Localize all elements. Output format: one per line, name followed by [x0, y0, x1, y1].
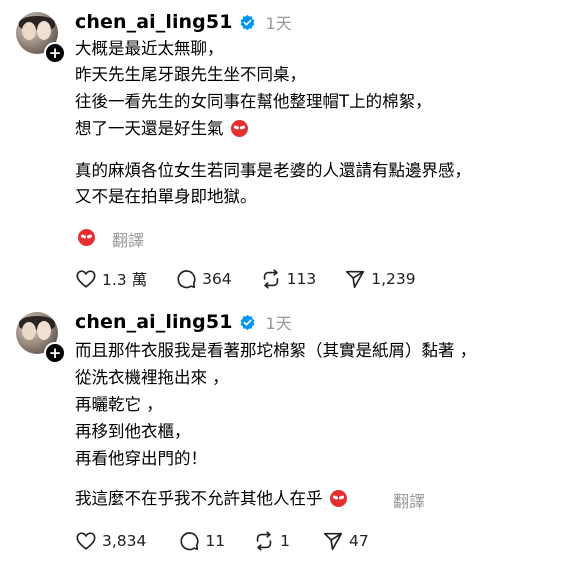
post-text-line: 再曬乾它 ， [75, 395, 163, 414]
comment-button[interactable]: 364 [175, 268, 232, 290]
like-button[interactable]: 1.3 萬 [75, 268, 147, 290]
like-count: 1.3 萬 [102, 271, 148, 289]
post-time: 1天 [265, 14, 292, 33]
action-bar: 3,834 11 1 47 [75, 530, 369, 552]
post-text-line: 再看他穿出門的！ [75, 449, 207, 468]
translate-link[interactable]: 翻譯 [393, 488, 425, 512]
repost-button[interactable]: 1 [253, 530, 290, 552]
post-text-line: 真的麻煩各位女生若同事是老婆的人還請有點邊界感， [75, 161, 471, 180]
angry-face-icon [329, 490, 347, 507]
follow-plus-icon[interactable]: + [44, 342, 66, 364]
share-button[interactable]: 1,239 [344, 268, 416, 290]
translate-link[interactable]: 翻譯 [112, 227, 144, 251]
repost-count: 113 [286, 270, 317, 288]
post-text: 我這麼不在乎我不允許其他人在乎 [75, 489, 323, 508]
heart-icon [76, 532, 96, 550]
post-text-line: 再移到他衣櫃， [75, 422, 191, 441]
post-text-line: 想了一天還是好生氣 [75, 118, 248, 140]
post-header: chen_ai_ling51 1天 [75, 10, 292, 34]
speech-bubble-icon [177, 270, 196, 289]
comment-button[interactable]: 11 [178, 530, 225, 552]
send-icon [346, 270, 365, 289]
repost-count: 1 [280, 532, 290, 550]
post-text-line: 大概是最近太無聊， [75, 39, 224, 58]
post-2: + chen_ai_ling51 1天 而且那件衣服我是看著那坨棉絮（其實是紙屑… [0, 300, 563, 570]
follow-plus-icon[interactable]: + [44, 42, 66, 64]
post-text-line: 昨天先生尾牙跟先生坐不同桌， [75, 65, 306, 84]
verified-badge-icon [240, 314, 255, 330]
angry-face-icon [230, 120, 248, 137]
post-text-line: 而且那件衣服我是看著那坨棉絮（其實是紙屑）黏著 ， [75, 341, 477, 360]
post-text-line: 又不是在拍單身即地獄。 [75, 187, 257, 206]
heart-icon [76, 270, 96, 288]
repost-icon [263, 269, 278, 289]
post-1: + chen_ai_ling51 1天 大概是最近太無聊， 昨天先生尾牙跟先生坐… [0, 0, 563, 300]
share-button[interactable]: 47 [322, 530, 369, 552]
repost-icon [256, 531, 272, 551]
post-header: chen_ai_ling51 1天 [75, 310, 292, 334]
share-count: 47 [348, 532, 369, 550]
share-count: 1,239 [371, 270, 416, 288]
post-text-line: 往後一看先生的女同事在幫他整理帽T上的棉絮， [75, 92, 432, 111]
post-text-line: 我這麼不在乎我不允許其他人在乎 [75, 488, 347, 510]
comment-count: 11 [205, 532, 226, 550]
action-bar: 1.3 萬 364 113 1,239 [75, 268, 416, 290]
like-count: 3,834 [102, 532, 147, 550]
post-time: 1天 [265, 314, 292, 333]
post-text: 想了一天還是好生氣 [75, 119, 224, 138]
username[interactable]: chen_ai_ling51 [75, 11, 233, 33]
post-text-line: 從洗衣機裡拖出來 ， [75, 368, 229, 387]
send-icon [323, 532, 343, 551]
speech-bubble-icon [180, 532, 199, 551]
verified-badge-icon [240, 14, 255, 30]
translate-emoji-icon [78, 229, 95, 246]
username[interactable]: chen_ai_ling51 [75, 311, 233, 333]
repost-button[interactable]: 113 [260, 268, 317, 290]
like-button[interactable]: 3,834 [75, 530, 146, 552]
comment-count: 364 [202, 270, 232, 288]
